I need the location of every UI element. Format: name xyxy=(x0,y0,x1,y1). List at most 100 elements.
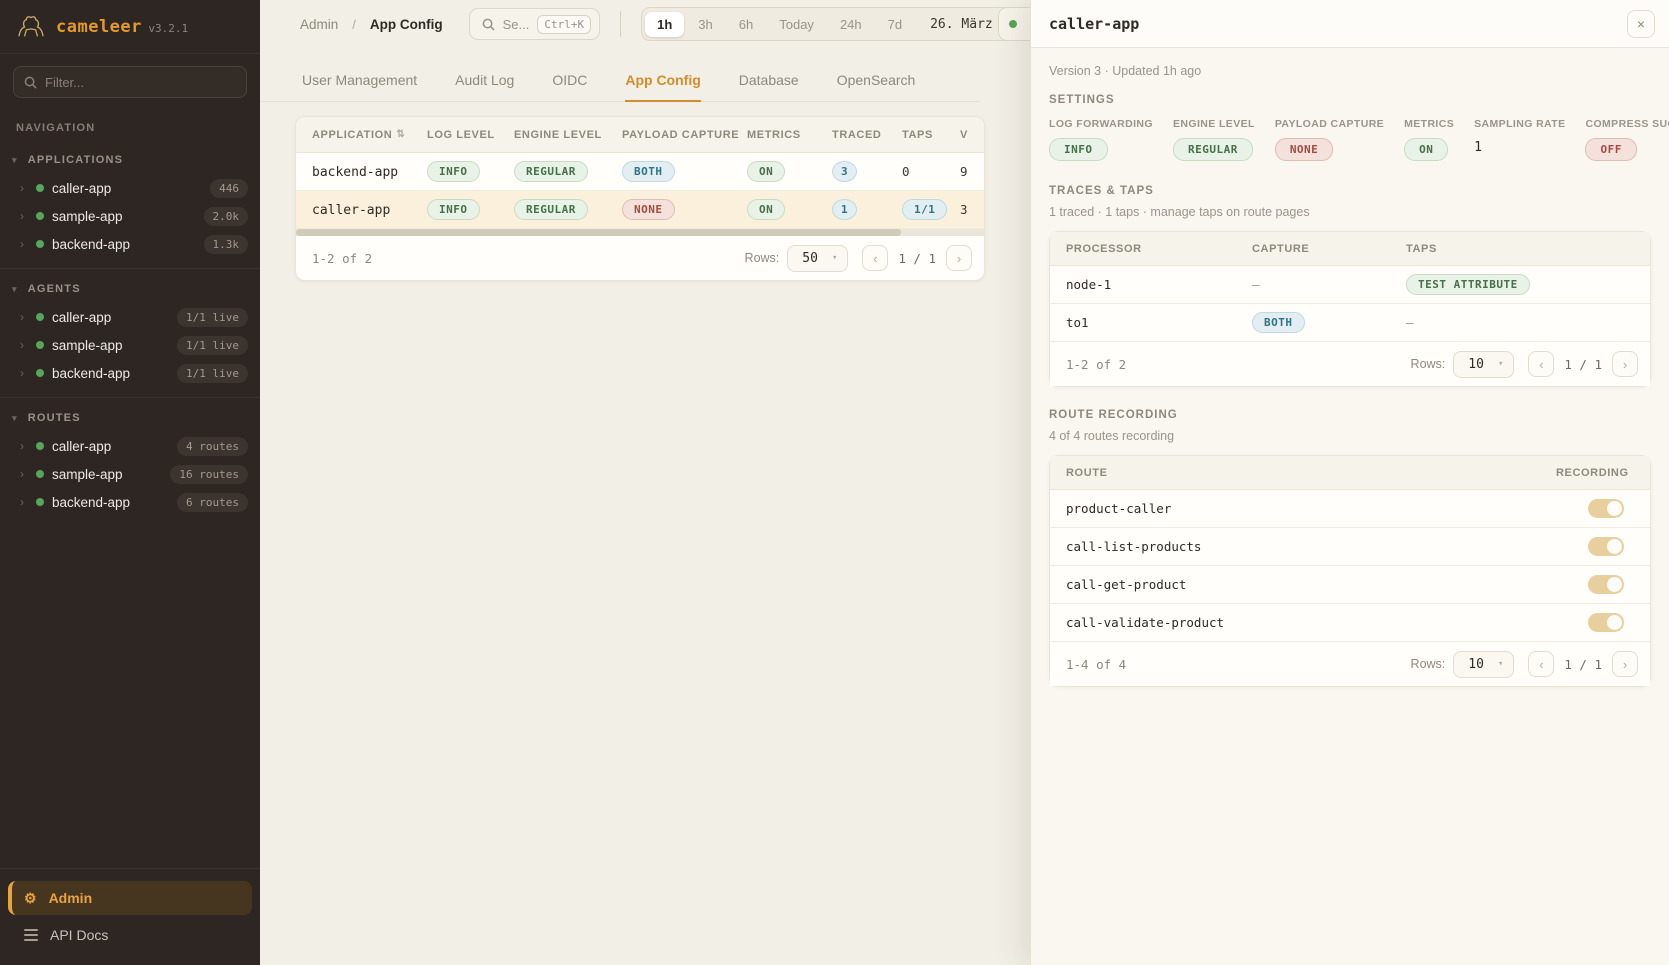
rows-per-page-select[interactable]: 10 ▾ xyxy=(1453,351,1514,378)
section-header-agents[interactable]: ▾AGENTS xyxy=(0,275,260,303)
section-header-applications[interactable]: ▾APPLICATIONS xyxy=(0,146,260,174)
toggle-knob-icon xyxy=(1607,539,1622,554)
prev-page-button[interactable]: ‹ xyxy=(862,245,888,271)
sidebar-item-sample-app[interactable]: ›sample-app2.0k xyxy=(0,202,260,230)
cell-log-level: INFO xyxy=(411,199,498,220)
time-range-24h[interactable]: 24h xyxy=(828,12,874,37)
prev-page-button[interactable]: ‹ xyxy=(1528,651,1554,677)
cell-traced: 3 xyxy=(816,161,886,182)
cell-engine-level: REGULAR xyxy=(498,161,606,182)
traces-pagination: 1-2 of 2 Rows: 10 ▾ ‹ 1 / 1 › xyxy=(1050,342,1650,386)
status-dot-icon xyxy=(36,313,44,321)
cell-value: 0 xyxy=(902,164,910,179)
column-header-log-level[interactable]: LOG LEVEL xyxy=(411,129,498,141)
global-search-input[interactable]: Se... Ctrl+K xyxy=(469,8,601,40)
recording-toggle[interactable] xyxy=(1588,499,1624,518)
sidebar-item-admin[interactable]: ⚙ Admin xyxy=(8,881,252,915)
section-header-routes[interactable]: ▾ROUTES xyxy=(0,404,260,432)
traces-body: node-1—TEST ATTRIBUTEto1BOTH— xyxy=(1050,266,1650,342)
prev-page-button[interactable]: ‹ xyxy=(1528,351,1554,377)
recording-toggle[interactable] xyxy=(1588,537,1624,556)
item-count-badge: 1.3k xyxy=(204,235,249,254)
item-label: sample-app xyxy=(52,209,196,224)
tab-database[interactable]: Database xyxy=(739,72,799,101)
sidebar-item-api-docs[interactable]: API Docs xyxy=(6,919,254,951)
rows-per-page-value: 50 xyxy=(802,251,818,266)
admin-tabs: User Management Audit Log OIDC App Config Da… xyxy=(260,48,980,102)
horizontal-scrollbar[interactable] xyxy=(296,229,984,236)
rows-per-page-select[interactable]: 50 ▾ xyxy=(787,245,848,272)
next-page-button[interactable]: › xyxy=(946,245,972,271)
column-header-v[interactable]: V xyxy=(944,129,985,141)
status-pill: INFO xyxy=(427,161,480,182)
tab-oidc[interactable]: OIDC xyxy=(552,72,587,101)
table-row-backend-app[interactable]: backend-appINFOREGULARBOTHON309 xyxy=(296,153,984,191)
breadcrumb-current: App Config xyxy=(370,17,443,32)
setting-label: COMPRESS SUCCESS xyxy=(1585,118,1669,130)
chevron-right-icon: › xyxy=(20,467,28,481)
close-button[interactable]: × xyxy=(1627,10,1655,38)
sidebar-item-backend-app[interactable]: ›backend-app1/1 live xyxy=(0,359,260,387)
column-header-taps[interactable]: TAPS xyxy=(886,129,944,141)
row-range-label: 1-2 of 2 xyxy=(1066,357,1126,372)
column-header-traced[interactable]: TRACED xyxy=(816,129,886,141)
tab-app-config[interactable]: App Config xyxy=(625,72,700,102)
sidebar-item-caller-app[interactable]: ›caller-app4 routes xyxy=(0,432,260,460)
chevron-right-icon: › xyxy=(20,209,28,223)
tab-user-management[interactable]: User Management xyxy=(302,72,417,101)
time-range-today[interactable]: Today xyxy=(767,12,826,37)
drawer-title: caller-app xyxy=(1049,15,1627,33)
table-row-caller-app[interactable]: caller-appINFOREGULARNONEON11/13 xyxy=(296,191,984,229)
time-range-6h[interactable]: 6h xyxy=(727,12,765,37)
cell-value: — xyxy=(1406,315,1414,330)
rows-per-page-select[interactable]: 10 ▾ xyxy=(1453,651,1514,678)
camel-logo-icon xyxy=(16,14,46,40)
chevron-down-icon: ▾ xyxy=(1498,659,1503,669)
time-range-1h[interactable]: 1h xyxy=(645,12,684,37)
item-label: caller-app xyxy=(52,310,169,325)
recording-toggle[interactable] xyxy=(1588,613,1624,632)
cell-route: call-list-products xyxy=(1050,539,1540,554)
next-page-button[interactable]: › xyxy=(1612,351,1638,377)
api-docs-label: API Docs xyxy=(50,927,108,943)
time-range-3h[interactable]: 3h xyxy=(686,12,724,37)
status-pill: 3 xyxy=(832,161,857,182)
sidebar-item-sample-app[interactable]: ›sample-app16 routes xyxy=(0,460,260,488)
cell-payload-capture: BOTH xyxy=(606,161,731,182)
tab-opensearch[interactable]: OpenSearch xyxy=(837,72,916,101)
column-header-taps: TAPS xyxy=(1390,243,1650,255)
traces-row-node-1[interactable]: node-1—TEST ATTRIBUTE xyxy=(1050,266,1650,304)
sidebar-item-sample-app[interactable]: ›sample-app1/1 live xyxy=(0,331,260,359)
setting-label: LOG FORWARDING xyxy=(1049,118,1153,130)
app-config-table-card: APPLICATION⇅LOG LEVELENGINE LEVELPAYLOAD… xyxy=(295,116,985,281)
time-range-7d[interactable]: 7d xyxy=(876,12,914,37)
tab-audit-log[interactable]: Audit Log xyxy=(455,72,514,101)
item-count-badge: 6 routes xyxy=(177,493,248,512)
traces-row-to1[interactable]: to1BOTH— xyxy=(1050,304,1650,342)
setting-label: ENGINE LEVEL xyxy=(1173,118,1255,130)
status-pill: ON xyxy=(747,161,785,182)
recording-toggle[interactable] xyxy=(1588,575,1624,594)
column-header-application[interactable]: APPLICATION⇅ xyxy=(296,129,411,141)
breadcrumb-parent[interactable]: Admin xyxy=(300,17,338,32)
sidebar-filter-input[interactable]: Filter... xyxy=(13,66,247,98)
cell-recording xyxy=(1540,499,1650,518)
sidebar-item-caller-app[interactable]: ›caller-app1/1 live xyxy=(0,303,260,331)
status-pill: TEST ATTRIBUTE xyxy=(1406,274,1530,295)
next-page-button[interactable]: › xyxy=(1612,651,1638,677)
setting-sampling-rate: SAMPLING RATE1 xyxy=(1474,118,1565,161)
item-label: backend-app xyxy=(52,495,169,510)
row-range-label: 1-2 of 2 xyxy=(312,251,372,266)
status-dot-icon xyxy=(36,498,44,506)
scrollbar-thumb[interactable] xyxy=(296,229,901,236)
column-header-payload-capture[interactable]: PAYLOAD CAPTURE xyxy=(606,129,731,141)
sidebar-item-backend-app[interactable]: ›backend-app6 routes xyxy=(0,488,260,516)
column-header-metrics[interactable]: METRICS xyxy=(731,129,816,141)
column-header-engine-level[interactable]: ENGINE LEVEL xyxy=(498,129,606,141)
item-count-badge: 1/1 live xyxy=(177,336,248,355)
sidebar-item-backend-app[interactable]: ›backend-app1.3k xyxy=(0,230,260,258)
app-name: caller-app xyxy=(312,203,390,218)
cell-route: product-caller xyxy=(1050,501,1540,516)
status-pill: REGULAR xyxy=(514,161,588,182)
sidebar-item-caller-app[interactable]: ›caller-app446 xyxy=(0,174,260,202)
